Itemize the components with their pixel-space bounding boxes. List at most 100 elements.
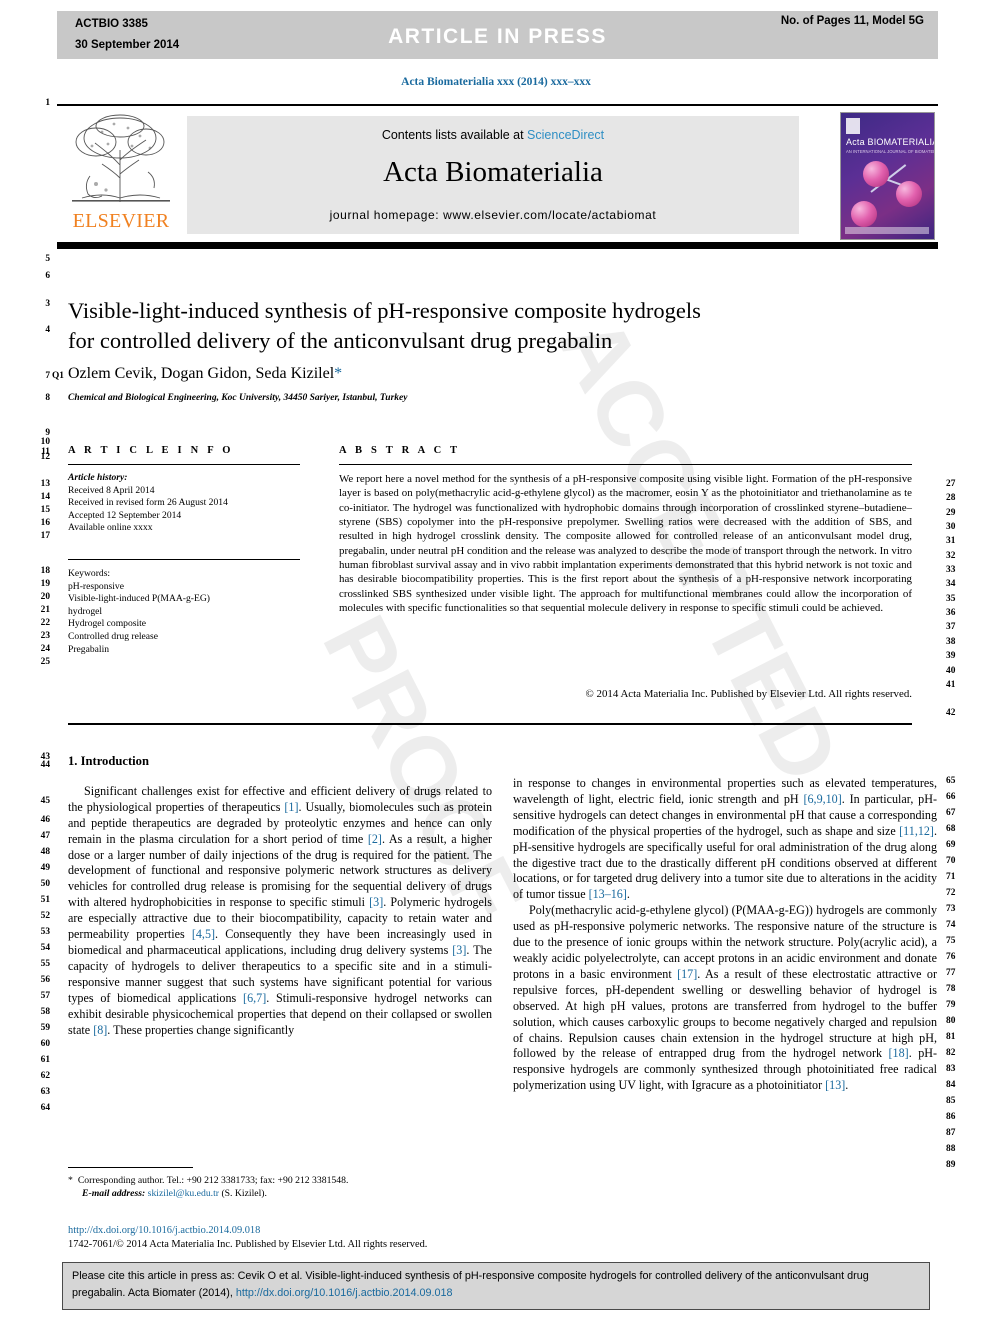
title-line-1: Visible-light-induced synthesis of pH-re… (68, 298, 701, 323)
history-item-revised: Received in revised form 26 August 2014 (68, 497, 228, 509)
line-number-right: 73 (946, 904, 956, 914)
line-number-right: 70 (946, 856, 956, 866)
line-number-right: 82 (946, 1048, 956, 1058)
line-number-left: 4 (45, 325, 50, 335)
line-number-right: 36 (946, 608, 956, 618)
footnote-asterisk-icon: * (68, 1175, 73, 1186)
author-names: Ozlem Cevik, Dogan Gidon, Seda Kizilel (68, 365, 335, 382)
cite-this-article-box: Please cite this article in press as: Ce… (62, 1262, 930, 1310)
cover-sphere-3 (851, 201, 877, 227)
info-rule-mid (68, 559, 300, 560)
line-number-left: 51 (40, 895, 50, 905)
line-number-right: 88 (946, 1144, 956, 1154)
line-number-left: 12 (40, 452, 50, 462)
line-number-left: 59 (40, 1023, 50, 1033)
line-number-left: 56 (40, 975, 50, 985)
line-number-right: 39 (946, 651, 956, 661)
paper-page: ACCEPTED PROOF ACTBIO 3385 30 September … (0, 0, 992, 1323)
journal-cover-thumbnail: Acta BIOMATERIALIA AN INTERNATIONAL JOUR… (840, 112, 935, 240)
line-number-right: 67 (946, 808, 956, 818)
line-number-right: 89 (946, 1160, 956, 1170)
line-number-left: 19 (40, 579, 50, 589)
body-column-right: in response to changes in environmental … (513, 776, 937, 1094)
line-number-right: 86 (946, 1112, 956, 1122)
citation-ref[interactable]: [2] (368, 832, 382, 846)
line-number-right: 68 (946, 824, 956, 834)
line-number-right: 33 (946, 565, 956, 575)
doi-link[interactable]: http://dx.doi.org/10.1016/j.actbio.2014.… (68, 1224, 508, 1238)
corresponding-author-note: * Corresponding author. Tel.: +90 212 338… (68, 1174, 498, 1187)
line-number-right: 85 (946, 1096, 956, 1106)
contents-prefix: Contents lists available at (381, 128, 528, 142)
corresponding-author-text: Corresponding author. Tel.: +90 212 3381… (77, 1175, 349, 1186)
citation-ref[interactable]: [3] (369, 895, 383, 909)
history-item-accepted: Accepted 12 September 2014 (68, 509, 182, 521)
line-number-right: 42 (946, 708, 956, 718)
line-number-right: 80 (946, 1016, 956, 1026)
line-number-left: 55 (40, 959, 50, 969)
journal-reference-line: Acta Biomaterialia xxx (2014) xxx–xxx (401, 76, 591, 88)
citation-ref[interactable]: [17] (677, 967, 697, 981)
abstract-rule-bottom (68, 723, 912, 725)
line-number-right: 84 (946, 1080, 956, 1090)
citation-ref[interactable]: [1] (284, 800, 298, 814)
line-number-left: 20 (40, 592, 50, 602)
line-number-left: 18 (40, 566, 50, 576)
author-affiliation: Chemical and Biological Engineering, Koc… (68, 393, 408, 403)
line-number-right: 34 (946, 579, 956, 589)
line-number-right: 83 (946, 1064, 956, 1074)
journal-homepage-line[interactable]: journal homepage: www.elsevier.com/locat… (187, 208, 799, 222)
abstract-rule-top (339, 464, 912, 465)
line-number-right: 66 (946, 792, 956, 802)
line-number-left: 64 (40, 1103, 50, 1113)
intro-paragraph-right-1: in response to changes in environmental … (513, 776, 937, 903)
line-number-left: 25 (40, 657, 50, 667)
citation-ref[interactable]: [18] (889, 1046, 909, 1060)
masthead-top-rule (57, 104, 938, 106)
line-number-right: 27 (946, 479, 956, 489)
masthead-center-panel: Contents lists available at ScienceDirec… (187, 116, 799, 234)
line-number-right: 87 (946, 1128, 956, 1138)
cover-bottom-bar (845, 227, 929, 234)
keyword-item: Pregabalin (68, 643, 110, 655)
footnote-block: * Corresponding author. Tel.: +90 212 338… (68, 1174, 498, 1200)
cover-sphere-2 (896, 181, 922, 207)
citation-ref[interactable]: [13] (825, 1078, 845, 1092)
email-address-link[interactable]: skizilel@ku.edu.tr (148, 1188, 219, 1199)
citation-ref[interactable]: [4,5] (192, 927, 215, 941)
citation-ref[interactable]: [8] (93, 1023, 107, 1037)
line-number-left: 7 (45, 371, 50, 381)
title-line-2: for controlled delivery of the anticonvu… (68, 328, 613, 353)
line-number-left: 52 (40, 911, 50, 921)
citation-ref[interactable]: [13–16] (589, 887, 627, 901)
body-column-left: 1. Introduction Significant challenges e… (68, 754, 492, 1038)
right2-text-d: . (845, 1078, 849, 1093)
keyword-item: hydrogel (68, 605, 103, 617)
email-address-label: E-mail address: (82, 1188, 146, 1200)
line-number-left: 10 (40, 437, 50, 447)
cite-doi-link[interactable]: http://dx.doi.org/10.1016/j.actbio.2014.… (236, 1287, 453, 1299)
keyword-item: Hydrogel composite (68, 618, 147, 630)
line-number-left: 61 (40, 1055, 50, 1065)
line-number-right: 75 (946, 936, 956, 946)
line-number-left: 22 (40, 618, 50, 628)
citation-ref[interactable]: [6,9,10] (803, 792, 841, 806)
email-owner: (S. Kizilel). (221, 1188, 267, 1200)
line-number-right: 65 (946, 776, 956, 786)
corresponding-author-marker: * (334, 365, 343, 382)
line-number-right: 77 (946, 968, 956, 978)
right-text-d: . (626, 887, 630, 902)
citation-ref[interactable]: [6,7] (243, 991, 266, 1005)
line-number-right: 71 (946, 872, 956, 882)
citation-ref[interactable]: [11,12] (899, 824, 934, 838)
cover-title: Acta BIOMATERIALIA (846, 137, 935, 147)
line-number-left: 15 (40, 505, 50, 515)
cite-this-article-text: Please cite this article in press as: Ce… (72, 1268, 920, 1302)
line-number-right: 41 (946, 680, 956, 690)
line-number-right: 38 (946, 637, 956, 647)
journal-masthead: ELSEVIER Contents lists available at Sci… (57, 104, 938, 249)
line-number-right: 37 (946, 622, 956, 632)
sciencedirect-link[interactable]: ScienceDirect (527, 128, 604, 142)
citation-ref[interactable]: [3] (452, 943, 466, 957)
elsevier-tree-icon (72, 114, 170, 202)
